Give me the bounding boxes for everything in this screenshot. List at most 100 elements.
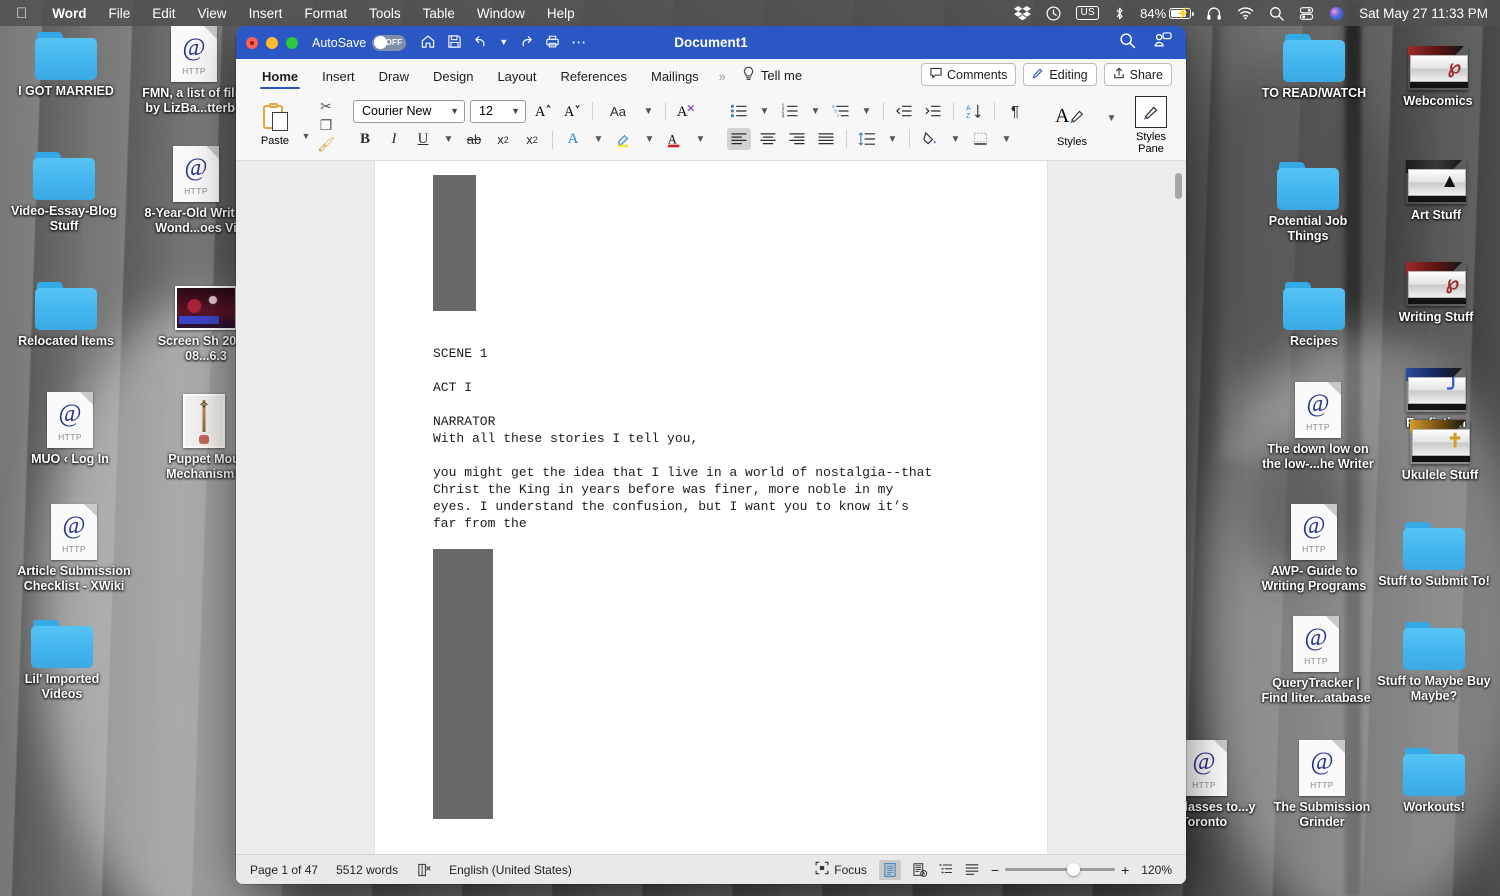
italic-button[interactable]: I (382, 129, 406, 151)
redo-icon[interactable] (519, 34, 534, 52)
tab-draw[interactable]: Draw (367, 69, 421, 89)
desktop-icon-i-got-married[interactable]: I GOT MARRIED (8, 32, 124, 99)
spotlight-search-icon[interactable] (1269, 6, 1284, 21)
menu-item-tools[interactable]: Tools (358, 6, 412, 21)
clear-formatting-icon[interactable]: A (674, 100, 698, 122)
dropbox-icon[interactable] (1014, 6, 1032, 20)
tab-home[interactable]: Home (250, 69, 310, 89)
comments-button[interactable]: Comments (920, 63, 1017, 86)
desktop-icon-down-low-writer[interactable]: @ HTTP The down low on the low-...he Writ… (1260, 382, 1376, 472)
desktop-icon-submission-grinder[interactable]: @ HTTP The Submission Grinder (1264, 740, 1380, 830)
bold-button[interactable]: B (353, 129, 377, 151)
autosave-toggle[interactable]: OFF (372, 34, 407, 51)
zoom-knob[interactable] (1067, 863, 1081, 876)
underline-button[interactable]: U (411, 129, 435, 151)
close-button[interactable] (246, 36, 258, 49)
copy-icon[interactable]: ❐ (317, 117, 335, 133)
desktop-icon-ukulele-stuff[interactable]: ✝ Ukulele Stuff (1382, 420, 1498, 483)
bullets-chevron-down-icon[interactable]: ▼ (756, 100, 773, 122)
borders-icon[interactable] (969, 128, 993, 150)
zoom-slider[interactable]: − + (991, 862, 1129, 878)
input-source-indicator[interactable]: US (1076, 6, 1100, 20)
bluetooth-icon[interactable] (1114, 6, 1125, 21)
shading-chevron-down-icon[interactable]: ▼ (947, 128, 964, 150)
document-page[interactable]: SCENE 1 ACT I NARRATOR With all these st… (375, 161, 1047, 854)
subscript-button[interactable]: x2 (491, 129, 515, 151)
battery-indicator[interactable]: 84% ⚡ (1140, 6, 1195, 21)
pilcrow-icon[interactable]: ¶ (1003, 100, 1027, 122)
desktop-icon-stuff-to-maybe-buy[interactable]: Stuff to Maybe Buy Maybe? (1376, 622, 1492, 704)
proofing-icon[interactable] (416, 863, 431, 877)
autosave-control[interactable]: AutoSave OFF (312, 34, 407, 51)
text-effects-icon[interactable]: A (561, 129, 585, 151)
print-layout-view-icon[interactable] (878, 859, 901, 880)
line-spacing-chevron-down-icon[interactable]: ▼ (884, 128, 901, 150)
zoom-out-button[interactable]: − (991, 862, 999, 878)
menu-item-file[interactable]: File (98, 6, 142, 21)
format-painter-paintbrush-icon[interactable]: 🖌 (317, 136, 335, 152)
language-label[interactable]: English (United States) (449, 863, 572, 877)
font-color-icon[interactable]: A (663, 129, 687, 151)
tabs-overflow-icon[interactable]: » (711, 69, 734, 89)
desktop-icon-stuff-to-submit-to[interactable]: Stuff to Submit To! (1376, 522, 1492, 589)
numbering-chevron-down-icon[interactable]: ▼ (807, 100, 824, 122)
styles-button[interactable]: A Styles (1045, 103, 1099, 147)
line-spacing-icon[interactable] (855, 128, 879, 150)
strikethrough-button[interactable]: ab (462, 129, 486, 151)
desktop-icon-relocated-items[interactable]: Relocated Items (8, 282, 124, 349)
desktop-icon-workouts[interactable]: Workouts! (1376, 748, 1492, 815)
tab-mailings[interactable]: Mailings (639, 69, 711, 89)
outline-view-icon[interactable] (939, 863, 953, 876)
search-icon[interactable] (1119, 32, 1136, 54)
sort-az-icon[interactable]: AZ (962, 100, 986, 122)
word-count-label[interactable]: 5512 words (336, 863, 398, 877)
desktop-icon-fmn-film-list[interactable]: @ HTTP FMN, a list of film by LizBa...tte… (136, 26, 252, 116)
menu-item-window[interactable]: Window (466, 6, 536, 21)
desktop-icon-lil-imported-videos[interactable]: Lil' Imported Videos (4, 620, 120, 702)
more-options-icon[interactable]: ⋯ (571, 35, 587, 50)
desktop-icon-recipes[interactable]: Recipes (1256, 282, 1372, 349)
undo-dropdown-chevron-down-icon[interactable]: ▼ (499, 35, 508, 50)
justify-button[interactable] (814, 128, 838, 150)
focus-mode-button[interactable]: Focus (815, 861, 867, 878)
undo-icon[interactable] (473, 34, 488, 52)
multilevel-list-icon[interactable]: abc (829, 100, 853, 122)
wifi-icon[interactable] (1237, 6, 1254, 20)
desktop-icon-to-read-watch[interactable]: TO READ/WATCH (1256, 34, 1372, 101)
apple-logo-icon[interactable]:  (0, 6, 41, 21)
desktop-icon-muo-login[interactable]: @ HTTP MUO ‹ Log In (12, 392, 128, 467)
align-right-button[interactable] (785, 128, 809, 150)
change-case-button[interactable]: Aa (601, 100, 635, 122)
desktop-icon-querytracker[interactable]: @ HTTP QueryTracker | Find liter...atabas… (1258, 616, 1374, 706)
desktop-icon-article-submission-checklist[interactable]: @ HTTP Article Submission Checklist - XWi… (16, 504, 132, 594)
increase-indent-icon[interactable] (921, 100, 945, 122)
zoom-track[interactable] (1005, 863, 1116, 876)
minimize-button[interactable] (266, 36, 278, 49)
menu-item-format[interactable]: Format (293, 6, 358, 21)
draft-view-icon[interactable] (965, 863, 979, 876)
grow-font-icon[interactable]: A (531, 100, 555, 122)
desktop-icon-video-essay-blog-stuff[interactable]: Video-Essay-Blog Stuff (6, 152, 122, 234)
home-icon[interactable] (420, 34, 436, 52)
highlight-color-icon[interactable] (612, 129, 636, 151)
menu-bar-clock[interactable]: Sat May 27 11:33 PM (1359, 6, 1488, 21)
desktop-icon-webcomics[interactable]: ℘ Webcomics (1380, 46, 1496, 109)
headphones-icon[interactable] (1206, 6, 1222, 21)
scissors-icon[interactable]: ✂ (317, 98, 335, 114)
menu-item-edit[interactable]: Edit (141, 6, 186, 21)
vertical-scrollbar-thumb[interactable] (1175, 173, 1182, 199)
tab-design[interactable]: Design (421, 69, 485, 89)
font-color-chevron-down-icon[interactable]: ▼ (692, 129, 709, 151)
tab-insert[interactable]: Insert (310, 69, 367, 89)
font-name-select[interactable]: Courier New ▼ (353, 99, 465, 123)
print-icon[interactable] (545, 34, 560, 52)
menu-item-insert[interactable]: Insert (238, 6, 294, 21)
align-left-button[interactable] (727, 128, 751, 150)
tell-me-search[interactable]: Tell me (734, 66, 810, 89)
desktop-icon-art-stuff[interactable]: ▲ Art Stuff (1378, 160, 1494, 223)
desktop-icon-potential-job-things[interactable]: Potential Job Things (1250, 162, 1366, 244)
share-button[interactable]: Share (1103, 63, 1172, 86)
change-case-chevron-down-icon[interactable]: ▼ (640, 100, 657, 122)
siri-icon[interactable] (1329, 6, 1344, 21)
desktop-icon-writing-stuff[interactable]: ℘ Writing Stuff (1378, 262, 1494, 325)
